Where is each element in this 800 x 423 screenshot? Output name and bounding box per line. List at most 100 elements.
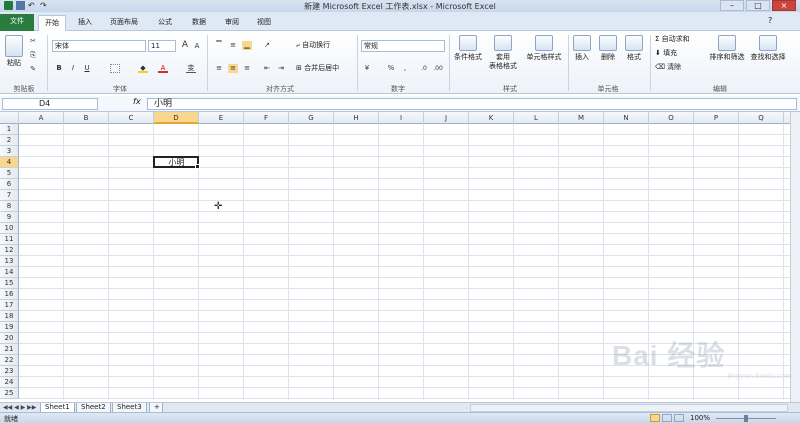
row-header-10[interactable]: 10: [0, 223, 19, 234]
shrink-font-button[interactable]: A: [192, 42, 202, 51]
column-header-q[interactable]: Q: [739, 112, 784, 124]
tab-page-layout[interactable]: 页面布局: [104, 15, 144, 31]
paste-button[interactable]: 粘贴: [3, 35, 25, 68]
underline-button[interactable]: U: [82, 64, 92, 73]
row-header-5[interactable]: 5: [0, 168, 19, 179]
redo-icon[interactable]: ↷: [40, 1, 49, 10]
align-center-icon[interactable]: ≡: [228, 64, 238, 73]
column-header-h[interactable]: H: [334, 112, 379, 124]
wrap-text-button[interactable]: ⤶ 自动换行: [296, 41, 346, 50]
autosum-button[interactable]: Σ 自动求和: [655, 35, 705, 44]
row-header-1[interactable]: 1: [0, 124, 19, 135]
fill-button[interactable]: ⬇ 填充: [655, 49, 705, 58]
page-break-view-icon[interactable]: [674, 414, 684, 422]
align-left-icon[interactable]: ≡: [214, 64, 224, 73]
zoom-level[interactable]: 100%: [690, 414, 710, 422]
clear-button[interactable]: ⌫ 清除: [655, 63, 705, 72]
column-header-k[interactable]: K: [469, 112, 514, 124]
column-header-l[interactable]: L: [514, 112, 559, 124]
minimize-icon[interactable]: –: [720, 0, 744, 11]
row-header-19[interactable]: 19: [0, 322, 19, 333]
normal-view-icon[interactable]: [650, 414, 660, 422]
bold-button[interactable]: B: [54, 64, 64, 73]
find-select-button[interactable]: 查找和选择: [748, 35, 788, 62]
row-header-17[interactable]: 17: [0, 300, 19, 311]
row-header-21[interactable]: 21: [0, 344, 19, 355]
name-box[interactable]: D4: [2, 98, 98, 110]
phonetic-button[interactable]: 变: [186, 64, 196, 73]
italic-button[interactable]: I: [68, 64, 78, 73]
row-header-11[interactable]: 11: [0, 234, 19, 245]
formula-input[interactable]: 小明: [147, 98, 797, 110]
fill-color-icon[interactable]: ◆: [138, 64, 148, 73]
copy-icon[interactable]: ⎘: [28, 51, 38, 60]
align-top-icon[interactable]: ▔: [214, 41, 224, 50]
percent-button[interactable]: %: [386, 64, 396, 73]
row-header-16[interactable]: 16: [0, 289, 19, 300]
row-header-24[interactable]: 24: [0, 377, 19, 388]
conditional-format-button[interactable]: 条件格式: [451, 35, 485, 62]
cell-styles-button[interactable]: 单元格样式: [522, 35, 566, 62]
font-name-select[interactable]: 宋体: [52, 40, 146, 52]
column-header-f[interactable]: F: [244, 112, 289, 124]
delete-cells-button[interactable]: 删除: [597, 35, 619, 62]
format-painter-icon[interactable]: ✎: [28, 65, 38, 74]
tab-home[interactable]: 开始: [38, 15, 66, 31]
row-header-6[interactable]: 6: [0, 179, 19, 190]
column-header-g[interactable]: G: [289, 112, 334, 124]
save-icon[interactable]: [16, 1, 25, 10]
format-as-table-button[interactable]: 套用 表格格式: [486, 35, 520, 71]
tab-review[interactable]: 审阅: [219, 15, 245, 31]
decrease-indent-icon[interactable]: ⇤: [262, 64, 272, 73]
increase-decimal-button[interactable]: .0: [418, 64, 430, 73]
decrease-decimal-button[interactable]: .00: [432, 64, 444, 73]
column-header-o[interactable]: O: [649, 112, 694, 124]
tab-formulas[interactable]: 公式: [152, 15, 178, 31]
tab-view[interactable]: 视图: [251, 15, 277, 31]
row-header-4[interactable]: 4: [0, 157, 19, 168]
format-cells-button[interactable]: 格式: [623, 35, 645, 62]
align-bottom-icon[interactable]: ▁: [242, 41, 252, 50]
zoom-slider-thumb[interactable]: [744, 415, 748, 422]
column-header-p[interactable]: P: [694, 112, 739, 124]
column-header-j[interactable]: J: [424, 112, 469, 124]
row-header-18[interactable]: 18: [0, 311, 19, 322]
row-header-15[interactable]: 15: [0, 278, 19, 289]
number-format-select[interactable]: 常规: [361, 40, 445, 52]
column-header-a[interactable]: A: [19, 112, 64, 124]
column-header-b[interactable]: B: [64, 112, 109, 124]
align-right-icon[interactable]: ≡: [242, 64, 252, 73]
cut-icon[interactable]: ✂: [28, 37, 38, 46]
insert-function-button[interactable]: fx: [133, 97, 141, 106]
borders-icon[interactable]: [110, 64, 120, 73]
align-middle-icon[interactable]: ≡: [228, 41, 238, 50]
tab-insert[interactable]: 插入: [72, 15, 98, 31]
column-header-d[interactable]: D: [154, 112, 199, 124]
insert-cells-button[interactable]: 插入: [571, 35, 593, 62]
column-header-c[interactable]: C: [109, 112, 154, 124]
row-header-7[interactable]: 7: [0, 190, 19, 201]
row-header-23[interactable]: 23: [0, 366, 19, 377]
column-header-i[interactable]: I: [379, 112, 424, 124]
row-header-25[interactable]: 25: [0, 388, 19, 399]
orientation-icon[interactable]: ↗: [262, 41, 272, 50]
row-header-12[interactable]: 12: [0, 245, 19, 256]
close-icon[interactable]: ×: [772, 0, 796, 11]
row-header-9[interactable]: 9: [0, 212, 19, 223]
currency-icon[interactable]: ¥: [362, 64, 372, 73]
grow-font-button[interactable]: A: [180, 41, 190, 50]
page-layout-view-icon[interactable]: [662, 414, 672, 422]
cell-d4[interactable]: 小明: [154, 158, 199, 167]
select-all-corner[interactable]: [0, 112, 19, 124]
column-header-n[interactable]: N: [604, 112, 649, 124]
help-icon[interactable]: ?: [768, 16, 778, 26]
row-header-13[interactable]: 13: [0, 256, 19, 267]
undo-icon[interactable]: ↶: [28, 1, 37, 10]
row-header-14[interactable]: 14: [0, 267, 19, 278]
horizontal-scrollbar[interactable]: [470, 404, 788, 412]
row-header-8[interactable]: 8: [0, 201, 19, 212]
comma-button[interactable]: ,: [400, 64, 410, 73]
row-header-20[interactable]: 20: [0, 333, 19, 344]
sheet-nav-icon[interactable]: ◀◀ ◀ ▶ ▶▶: [3, 403, 36, 412]
column-header-m[interactable]: M: [559, 112, 604, 124]
